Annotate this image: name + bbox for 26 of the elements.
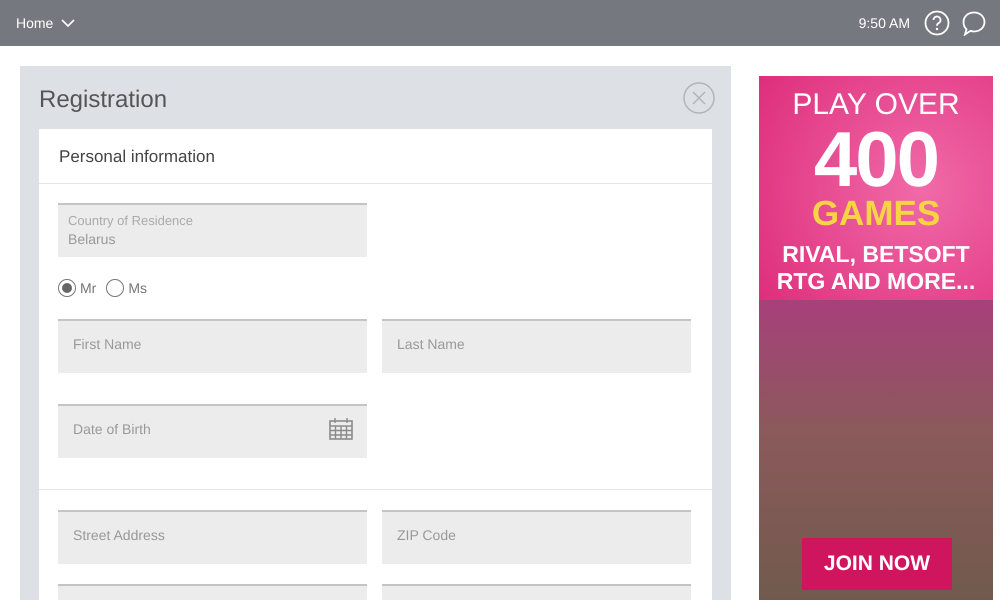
home-menu[interactable]: Home <box>16 15 76 31</box>
input-field[interactable]: Date of Birth <box>58 404 367 458</box>
chat-bubble-icon[interactable] <box>962 10 986 36</box>
input-field[interactable]: ZIP Code <box>382 510 691 564</box>
clock-time: 9:50 AM <box>858 15 910 31</box>
calendar-icon[interactable] <box>329 418 353 440</box>
input-field[interactable]: Street Address <box>58 510 367 564</box>
country-select[interactable]: Country of Residence Belarus <box>58 203 367 257</box>
banner-text: RIVAL, BETSOFT <box>782 241 970 268</box>
radio-option[interactable]: Mr <box>58 279 96 297</box>
banner-text: RTG AND MORE... <box>776 268 976 294</box>
dialog-title: Registration <box>39 84 168 114</box>
join-button[interactable]: JOIN NOW <box>802 538 952 590</box>
banner-text: 400 <box>814 122 938 196</box>
banner-text: PLAY OVER <box>792 90 960 120</box>
field-value: Belarus <box>68 231 116 247</box>
field-label: Country of Residence <box>68 213 194 228</box>
banner-text: GAMES <box>812 196 940 232</box>
radio-button[interactable] <box>58 279 76 297</box>
chevron-down-icon <box>61 18 76 28</box>
radio-button[interactable] <box>106 279 124 297</box>
input-field[interactable]: First Name <box>58 319 367 373</box>
help-icon[interactable] <box>924 10 950 36</box>
section-heading: Personal information <box>39 129 712 184</box>
input-field[interactable]: Last Name <box>382 319 691 373</box>
radio-option[interactable]: Ms <box>106 279 147 297</box>
